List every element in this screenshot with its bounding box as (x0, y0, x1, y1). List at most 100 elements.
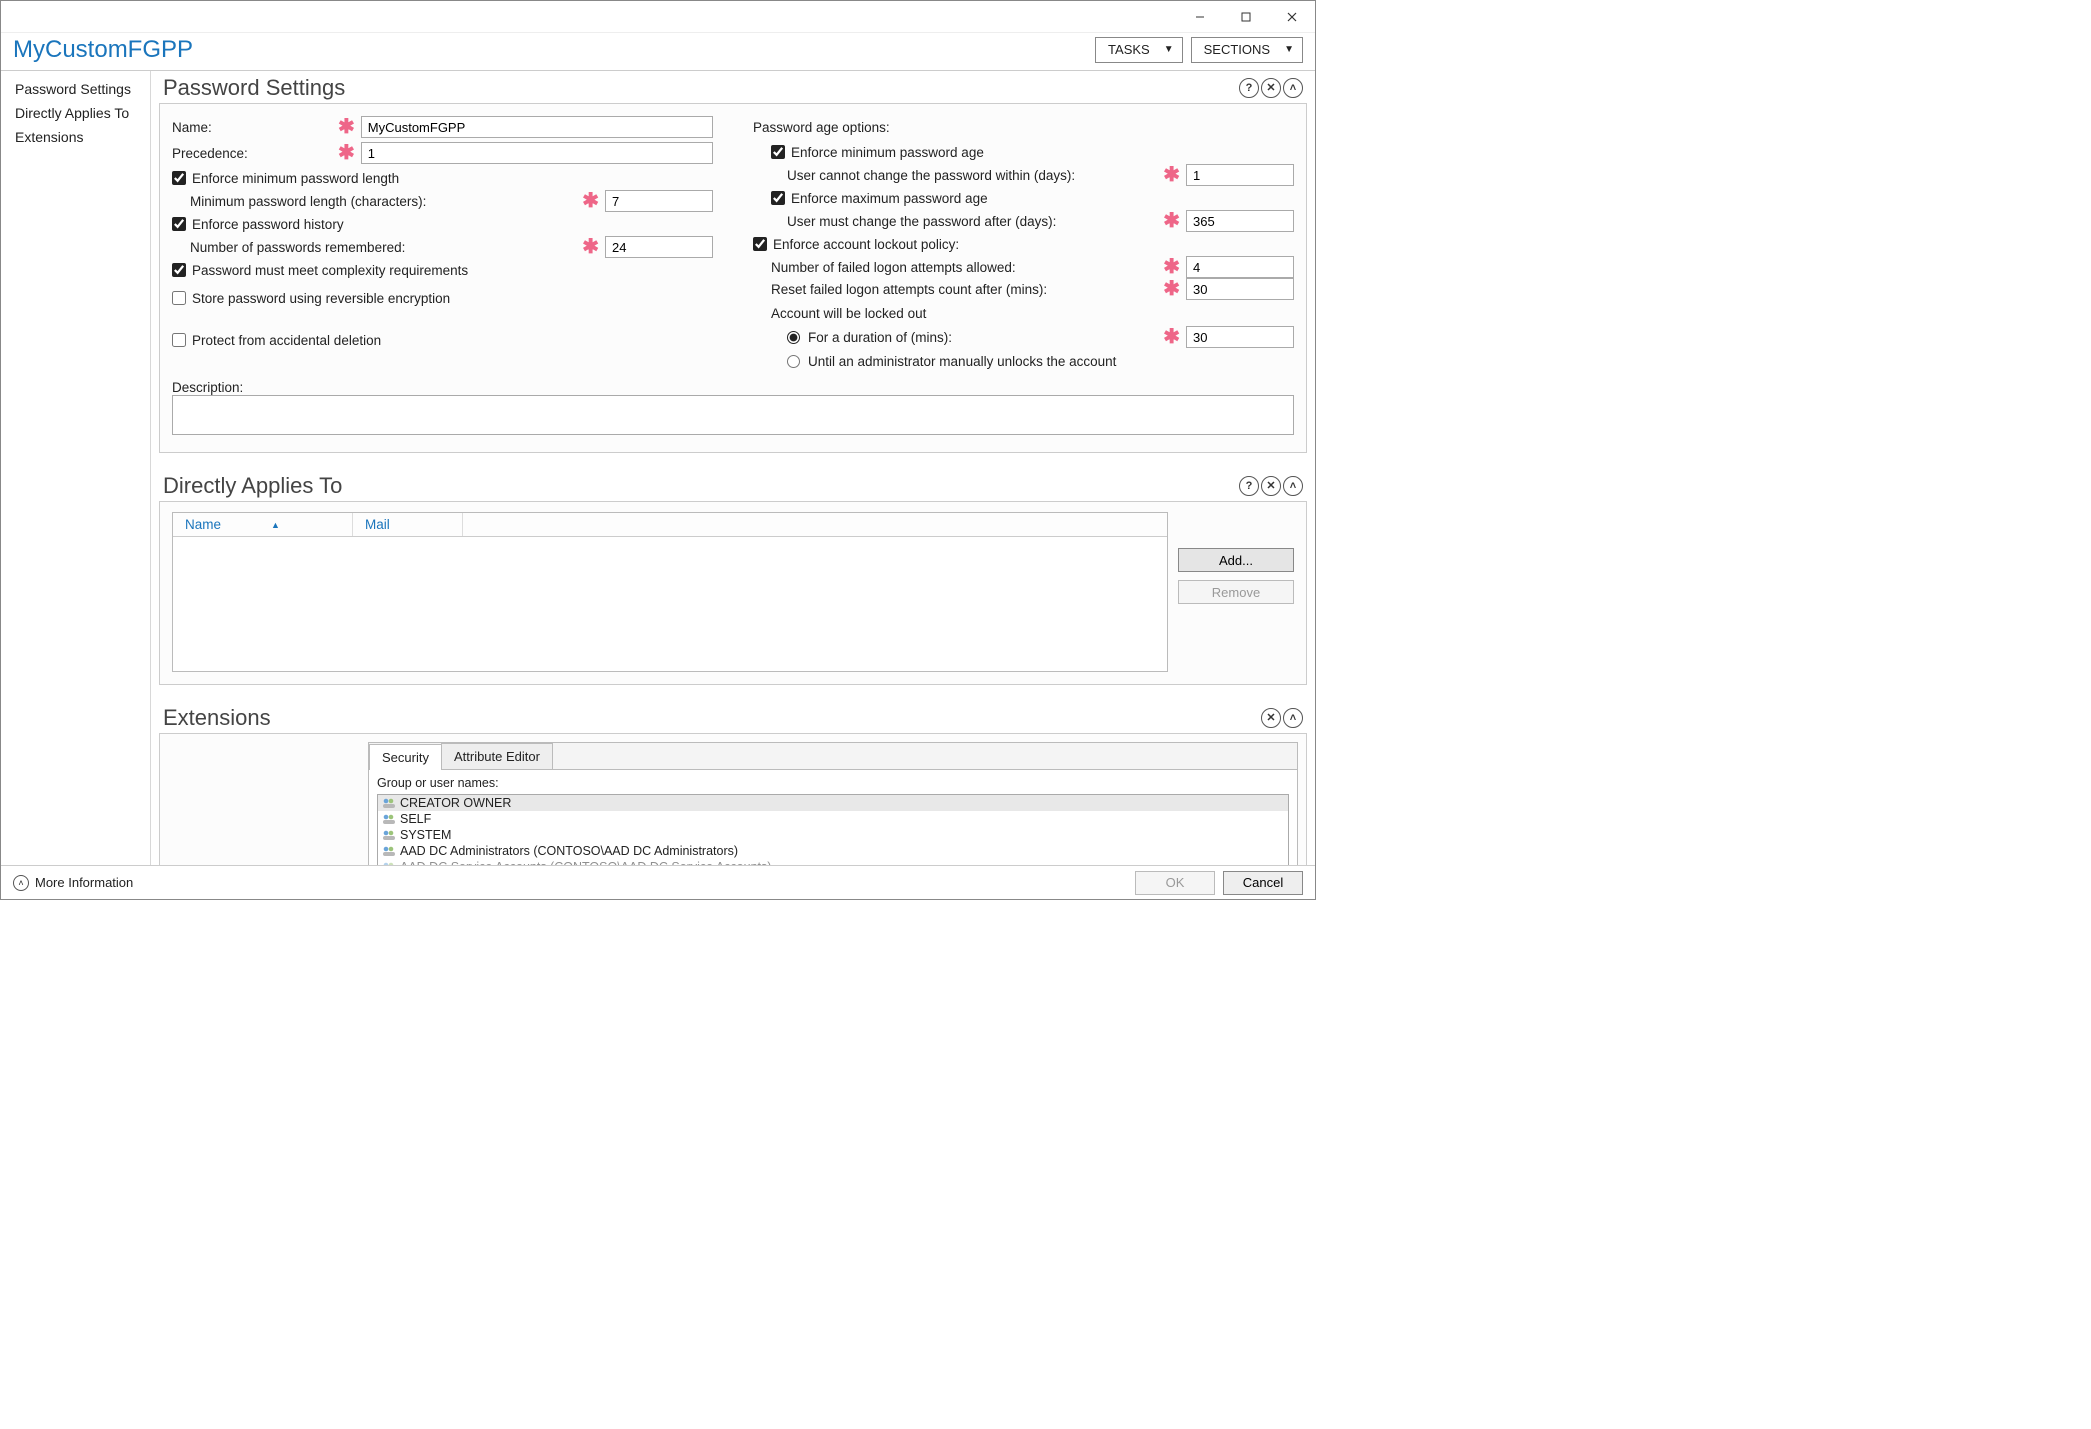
lockout-duration-input[interactable] (1186, 326, 1294, 348)
min-length-input[interactable] (605, 190, 713, 212)
list-item[interactable]: CREATOR OWNER (378, 795, 1288, 811)
group-icon (382, 845, 396, 857)
header: MyCustomFGPP TASKS ▼ SECTIONS ▼ (1, 33, 1315, 71)
complexity-label: Password must meet complexity requiremen… (192, 263, 468, 278)
age-options-label: Password age options: (753, 120, 890, 135)
description-input[interactable] (172, 395, 1294, 435)
required-icon: ✱ (332, 143, 361, 163)
reset-count-input[interactable] (1186, 278, 1294, 300)
add-button[interactable]: Add... (1178, 548, 1294, 572)
list-item[interactable]: SELF (378, 811, 1288, 827)
help-icon[interactable]: ? (1239, 476, 1259, 496)
history-count-label: Number of passwords remembered: (190, 240, 405, 255)
collapse-section-icon[interactable]: ˄ (1283, 708, 1303, 728)
failed-attempts-input[interactable] (1186, 256, 1294, 278)
password-settings-panel: Name: ✱ Precedence: ✱ Enforce minimum pa… (159, 103, 1307, 453)
sections-label: SECTIONS (1204, 42, 1270, 57)
caret-down-icon: ▼ (1164, 44, 1174, 55)
window-titlebar (1, 1, 1315, 33)
close-section-icon[interactable]: ✕ (1261, 78, 1281, 98)
list-item[interactable]: AAD DC Service Accounts (CONTOSO\AAD DC … (378, 859, 1288, 865)
section-title: Extensions (163, 705, 271, 731)
sections-dropdown[interactable]: SECTIONS ▼ (1191, 37, 1303, 63)
cancel-button[interactable]: Cancel (1223, 871, 1303, 895)
lockout-duration-label: For a duration of (mins): (808, 330, 952, 345)
failed-attempts-label: Number of failed logon attempts allowed: (771, 260, 1016, 275)
complexity-checkbox[interactable] (172, 263, 186, 277)
protect-deletion-checkbox[interactable] (172, 333, 186, 347)
more-information-link[interactable]: ˄ More Information (13, 875, 133, 891)
lockout-admin-label: Until an administrator manually unlocks … (808, 354, 1116, 369)
reversible-encryption-checkbox[interactable] (172, 291, 186, 305)
lockout-header-label: Account will be locked out (771, 306, 926, 321)
sidebar-item-extensions[interactable]: Extensions (1, 125, 150, 149)
min-age-input[interactable] (1186, 164, 1294, 186)
list-item[interactable]: AAD DC Administrators (CONTOSO\AAD DC Ad… (378, 843, 1288, 859)
required-icon: ✱ (1157, 257, 1186, 277)
sidebar-item-directly-applies[interactable]: Directly Applies To (1, 101, 150, 125)
collapse-section-icon[interactable]: ˄ (1283, 476, 1303, 496)
group-icon (382, 813, 396, 825)
app-window: MyCustomFGPP TASKS ▼ SECTIONS ▼ Password… (0, 0, 1316, 900)
precedence-label: Precedence: (172, 146, 332, 161)
directly-applies-panel: Name ▲ Mail Add... Remove (159, 501, 1307, 685)
group-icon (382, 797, 396, 809)
section-title: Directly Applies To (163, 473, 342, 499)
close-section-icon[interactable]: ✕ (1261, 476, 1281, 496)
reversible-label: Store password using reversible encrypti… (192, 291, 450, 306)
tab-security[interactable]: Security (369, 744, 442, 770)
applies-to-grid[interactable]: Name ▲ Mail (172, 512, 1168, 672)
close-button[interactable] (1269, 1, 1315, 33)
required-icon: ✱ (576, 191, 605, 211)
min-length-label: Minimum password length (characters): (190, 194, 426, 209)
column-header-blank (463, 513, 1167, 536)
section-header-extensions: Extensions ✕ ˄ (159, 701, 1307, 733)
enforce-history-label: Enforce password history (192, 217, 344, 232)
precedence-input[interactable] (361, 142, 713, 164)
group-icon (382, 829, 396, 841)
tasks-label: TASKS (1108, 42, 1150, 57)
max-age-label: User must change the password after (day… (787, 214, 1056, 229)
content-pane[interactable]: Password Settings ? ✕ ˄ Name: ✱ (151, 71, 1315, 865)
max-age-input[interactable] (1186, 210, 1294, 232)
tab-attribute-editor[interactable]: Attribute Editor (441, 743, 553, 769)
min-age-label: User cannot change the password within (… (787, 168, 1075, 183)
minimize-button[interactable] (1177, 1, 1223, 33)
help-icon[interactable]: ? (1239, 78, 1259, 98)
column-header-mail[interactable]: Mail (353, 513, 463, 536)
page-title: MyCustomFGPP (13, 36, 193, 64)
group-user-listbox[interactable]: CREATOR OWNER SELF SYSTEM (377, 794, 1289, 865)
enforce-min-length-checkbox[interactable] (172, 171, 186, 185)
sidebar-item-password-settings[interactable]: Password Settings (1, 77, 150, 101)
enforce-max-age-checkbox[interactable] (771, 191, 785, 205)
enforce-lockout-label: Enforce account lockout policy: (773, 237, 959, 252)
required-icon: ✱ (1157, 165, 1186, 185)
lockout-admin-radio[interactable] (787, 355, 800, 368)
section-title: Password Settings (163, 75, 345, 101)
enforce-min-length-label: Enforce minimum password length (192, 171, 399, 186)
enforce-min-age-checkbox[interactable] (771, 145, 785, 159)
required-icon: ✱ (576, 237, 605, 257)
enforce-history-checkbox[interactable] (172, 217, 186, 231)
ok-button: OK (1135, 871, 1215, 895)
remove-button: Remove (1178, 580, 1294, 604)
close-section-icon[interactable]: ✕ (1261, 708, 1281, 728)
chevron-up-icon: ˄ (13, 875, 29, 891)
maximize-button[interactable] (1223, 1, 1269, 33)
collapse-section-icon[interactable]: ˄ (1283, 78, 1303, 98)
footer: ˄ More Information OK Cancel (1, 865, 1315, 899)
caret-down-icon: ▼ (1284, 44, 1294, 55)
group-icon (382, 861, 396, 865)
enforce-lockout-checkbox[interactable] (753, 237, 767, 251)
name-input[interactable] (361, 116, 713, 138)
main-area: Password Settings Directly Applies To Ex… (1, 71, 1315, 865)
list-item[interactable]: SYSTEM (378, 827, 1288, 843)
history-count-input[interactable] (605, 236, 713, 258)
section-header-directly-applies: Directly Applies To ? ✕ ˄ (159, 469, 1307, 501)
lockout-duration-radio[interactable] (787, 331, 800, 344)
sort-ascending-icon: ▲ (271, 520, 280, 530)
description-label: Description: (172, 380, 1294, 395)
reset-count-label: Reset failed logon attempts count after … (771, 282, 1047, 297)
tasks-dropdown[interactable]: TASKS ▼ (1095, 37, 1183, 63)
column-header-name[interactable]: Name ▲ (173, 513, 353, 536)
